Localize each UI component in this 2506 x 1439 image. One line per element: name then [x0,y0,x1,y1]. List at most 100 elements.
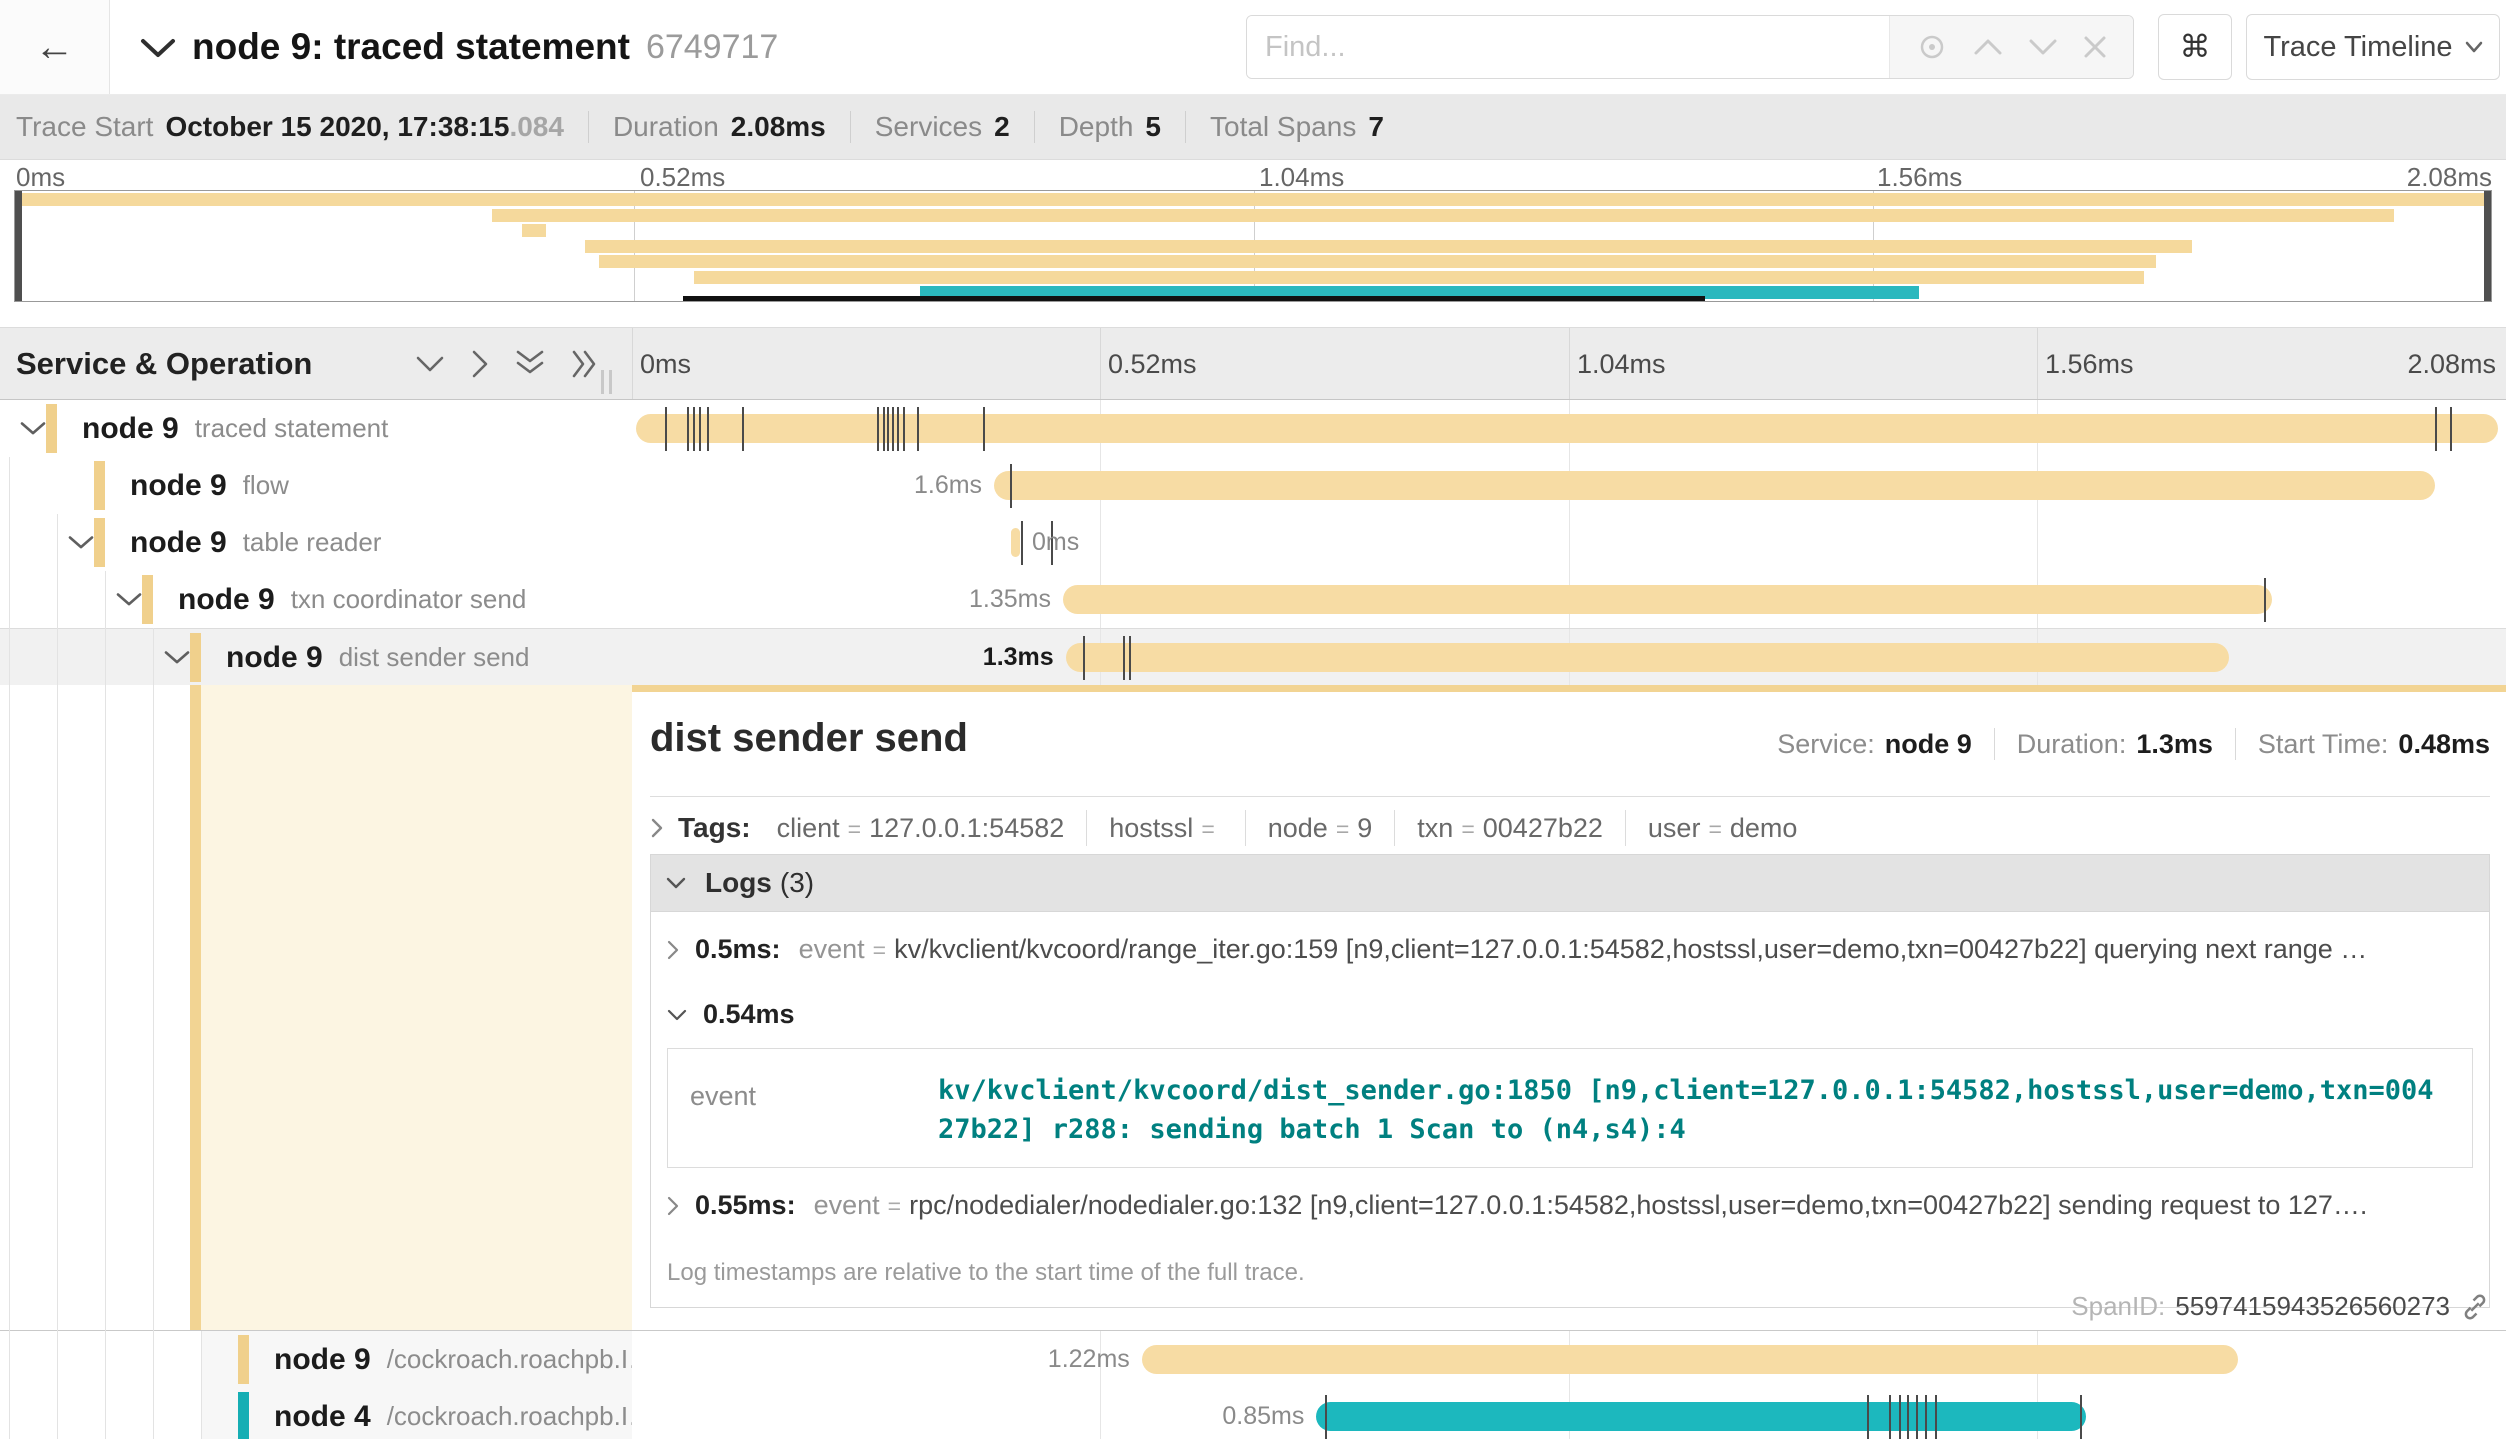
log-marker-tick [1083,636,1085,680]
chevron-down-icon[interactable] [116,591,142,607]
grid-line [1569,514,1570,571]
find-clear-close-icon[interactable] [2082,34,2108,60]
minimap-axis-labels: 0ms 0.52ms 1.04ms 1.56ms 2.08ms [0,162,2506,190]
minimap-tick-label: 0ms [16,162,65,193]
span-detail-indent-column [0,685,632,1330]
back-arrow-icon: ← [35,25,75,70]
span-name-cell[interactable]: node 9/cockroach.roachpb.I… [0,1331,632,1388]
minimap-left-scrubber[interactable] [15,191,22,301]
keyboard-shortcuts-button[interactable]: ⌘ [2158,14,2232,80]
minimap-right-scrubber[interactable] [2484,191,2491,301]
span-name: node 9 traced statement [82,400,388,457]
span-name-cell[interactable]: node 9table reader [0,514,632,571]
log-marker-tick [1899,1395,1901,1439]
collapse-all-double-chevron-down-icon[interactable] [515,349,545,379]
find-next-chevron-down-icon[interactable] [2028,37,2058,57]
log-marker-tick [1925,1395,1927,1439]
log-timestamp: 0.54ms [703,999,795,1030]
span-bar[interactable] [1063,585,2272,614]
trace-minimap[interactable] [14,190,2492,302]
chevron-down-icon [667,1009,687,1021]
logs-header[interactable]: Logs (3) [650,854,2490,912]
span-bar[interactable] [1066,643,2230,672]
grid-line [632,328,633,399]
service-value: node 9 [1885,729,1972,760]
span-row[interactable]: node 9 traced statement [0,400,2506,457]
axis-tick-label: 1.56ms [2045,328,2134,400]
span-bar[interactable] [636,414,2498,443]
expand-one-chevron-right-icon[interactable] [471,349,489,379]
collapse-controls [415,328,601,400]
span-name-cell[interactable]: node 9dist sender send [0,629,632,685]
minimap-tick-label: 1.04ms [1259,162,1344,193]
trace-collapse-chevron-down-icon[interactable] [140,37,176,59]
service-label: Service: [1777,729,1875,760]
span-timeline-cell[interactable]: 1.35ms [632,571,2506,628]
span-name: node 4/cockroach.roachpb.I… [274,1388,632,1439]
span-name: node 9table reader [130,514,381,571]
log-marker-tick [1907,1395,1909,1439]
tags-row[interactable]: Tags: client=127.0.0.1:54582 hostssl= no… [650,810,2490,846]
span-timeline-cell[interactable]: 0.85ms [632,1388,2506,1439]
span-row[interactable]: node 9/cockroach.roachpb.I… 1.22ms [0,1331,2506,1388]
span-timeline-cell[interactable]: 1.3ms [632,629,2506,685]
span-bar[interactable] [994,471,2435,500]
span-name-cell[interactable]: node 4/cockroach.roachpb.I… [0,1388,632,1439]
span-row[interactable]: node 4/cockroach.roachpb.I… 0.85ms [0,1388,2506,1439]
find-prev-chevron-up-icon[interactable] [1973,37,2003,57]
span-duration-label: 1.22ms [920,1331,1130,1388]
log-entry-collapsed[interactable]: 0.5ms: event=kv/kvclient/kvcoord/range_i… [651,912,2489,985]
span-name-cell[interactable]: node 9 traced statement [0,400,632,457]
span-timeline-cell[interactable]: 1.22ms [632,1331,2506,1388]
span-service-name: node 9 [82,412,179,446]
span-timeline-cell[interactable]: 0ms [632,514,2506,571]
span-row[interactable]: node 9txn coordinator send1.35ms [0,571,2506,628]
span-operation-name: dist sender send [339,642,530,673]
log-preview: event=kv/kvclient/kvcoord/range_iter.go:… [799,934,2368,965]
column-resize-grip[interactable] [601,370,615,394]
span-timeline-cell[interactable] [632,400,2506,457]
find-input[interactable] [1247,16,1889,78]
log-marker-tick [2450,407,2452,451]
tags-label: Tags: [678,812,751,844]
log-entry-collapsed[interactable]: 0.55ms: event=rpc/nodedialer/nodedialer.… [651,1168,2489,1241]
span-duration-label: 0.85ms [1094,1388,1304,1439]
span-name-cell[interactable]: node 9txn coordinator send [0,571,632,628]
log-field-value[interactable]: kv/kvclient/kvcoord/dist_sender.go:1850 … [938,1067,2438,1149]
back-button[interactable]: ← [0,0,110,94]
logs-label: Logs [705,867,772,899]
span-name-cell[interactable]: node 9flow [0,457,632,514]
chevron-down-icon[interactable] [68,534,94,550]
span-timeline-cell[interactable]: 1.6ms [632,457,2506,514]
logs-count: (3) [780,867,814,899]
chevron-down-icon[interactable] [164,649,190,665]
span-bar[interactable] [1142,1345,2239,1374]
chevron-down-icon[interactable] [20,420,46,436]
link-icon[interactable] [2460,1292,2490,1322]
trace-timeline-page: ← node 9: traced statement 6749717 ⌘ Tra… [0,0,2506,1439]
log-entry-expanded-header[interactable]: 0.54ms [651,985,2489,1048]
log-marker-tick [1123,636,1125,680]
start-time-value: 0.48ms [2398,729,2490,760]
span-row[interactable]: node 9table reader 0ms [0,514,2506,571]
span-row[interactable]: node 9flow1.6ms [0,457,2506,514]
grid-line [2037,328,2038,399]
span-operation-name: /cockroach.roachpb.I… [387,1344,632,1375]
minimap-span-bar [599,255,2156,268]
span-service-name: node 9 [178,583,275,617]
log-marker-tick [877,407,879,451]
collapse-one-chevron-down-icon[interactable] [415,355,445,373]
log-marker-tick [693,407,695,451]
span-bar[interactable] [1011,528,1020,557]
expand-all-double-chevron-right-icon[interactable] [571,349,601,379]
span-row[interactable]: node 9dist sender send1.3ms [0,628,2506,685]
locate-target-icon[interactable] [1915,30,1949,64]
view-selector-dropdown[interactable]: Trace Timeline [2246,14,2500,80]
log-marker-tick [917,407,919,451]
minimap-span-bar [585,240,2192,253]
span-operation-name: traced statement [195,413,389,444]
log-timestamp: 0.55ms: [695,1190,796,1221]
minimap-span-bar [492,209,2394,222]
span-bar[interactable] [1316,1402,2086,1431]
selected-span-color-strip [190,685,201,1330]
